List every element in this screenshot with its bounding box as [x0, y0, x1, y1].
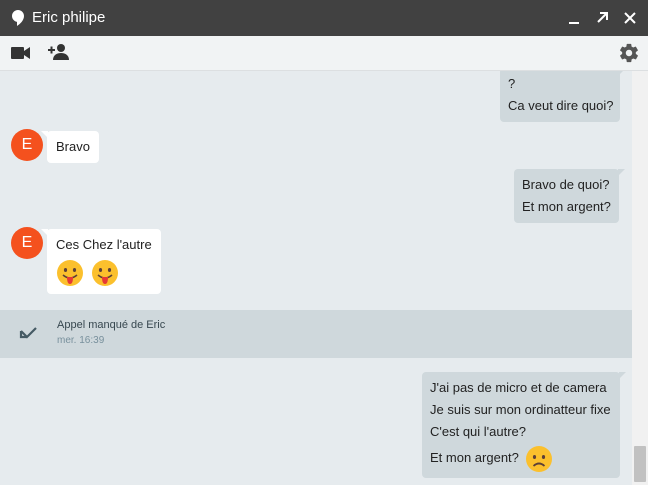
- close-icon[interactable]: [621, 9, 639, 27]
- tongue-out-emoji: [57, 260, 83, 286]
- add-person-icon[interactable]: [48, 43, 70, 61]
- contact-avatar[interactable]: E: [11, 227, 43, 259]
- message-line: Et mon argent?: [522, 199, 611, 214]
- popout-icon[interactable]: [593, 9, 611, 27]
- scrollbar-thumb[interactable]: [634, 446, 646, 482]
- contact-avatar[interactable]: E: [11, 129, 43, 161]
- message-line: Bravo: [56, 139, 90, 154]
- chat-history[interactable]: ? Ca veut dire quoi? E Bravo Bravo de qu…: [0, 71, 632, 485]
- sad-face-emoji: [525, 445, 552, 472]
- message-line: Ca veut dire quoi?: [508, 98, 614, 113]
- missed-call-title: Appel manqué de Eric: [57, 319, 166, 331]
- message-line: ?: [508, 76, 516, 91]
- title-bar: Eric philipe: [0, 0, 648, 36]
- video-call-icon[interactable]: [11, 46, 31, 60]
- outgoing-message: J'ai pas de micro et de camera Je suis s…: [422, 372, 626, 478]
- outgoing-message: Bravo de quoi? Et mon argent?: [514, 169, 625, 223]
- settings-gear-icon[interactable]: [618, 42, 640, 64]
- outgoing-message: ? Ca veut dire quoi?: [500, 71, 626, 122]
- missed-call-notice: Appel manqué de Eric mer. 16:39: [0, 310, 632, 358]
- missed-call-time: mer. 16:39: [57, 335, 105, 346]
- message-line: Bravo de quoi?: [522, 177, 610, 192]
- window-title: Eric philipe: [32, 9, 106, 26]
- message-line: Je suis sur mon ordinatteur fixe: [430, 402, 611, 417]
- message-line: C'est qui l'autre?: [430, 424, 527, 439]
- tongue-out-emoji: [91, 260, 118, 286]
- missed-call-icon: [19, 327, 37, 339]
- message-line: Ces Chez l'autre: [56, 237, 152, 252]
- message-line: J'ai pas de micro et de camera: [430, 380, 607, 395]
- hangouts-bubble-icon: [12, 10, 24, 26]
- chat-toolbar: [0, 36, 648, 71]
- incoming-message: Bravo: [41, 131, 99, 163]
- message-line: Et mon argent?: [430, 450, 519, 465]
- scrollbar-track[interactable]: [632, 71, 648, 485]
- incoming-message: Ces Chez l'autre: [41, 229, 161, 294]
- minimize-icon[interactable]: [565, 9, 583, 27]
